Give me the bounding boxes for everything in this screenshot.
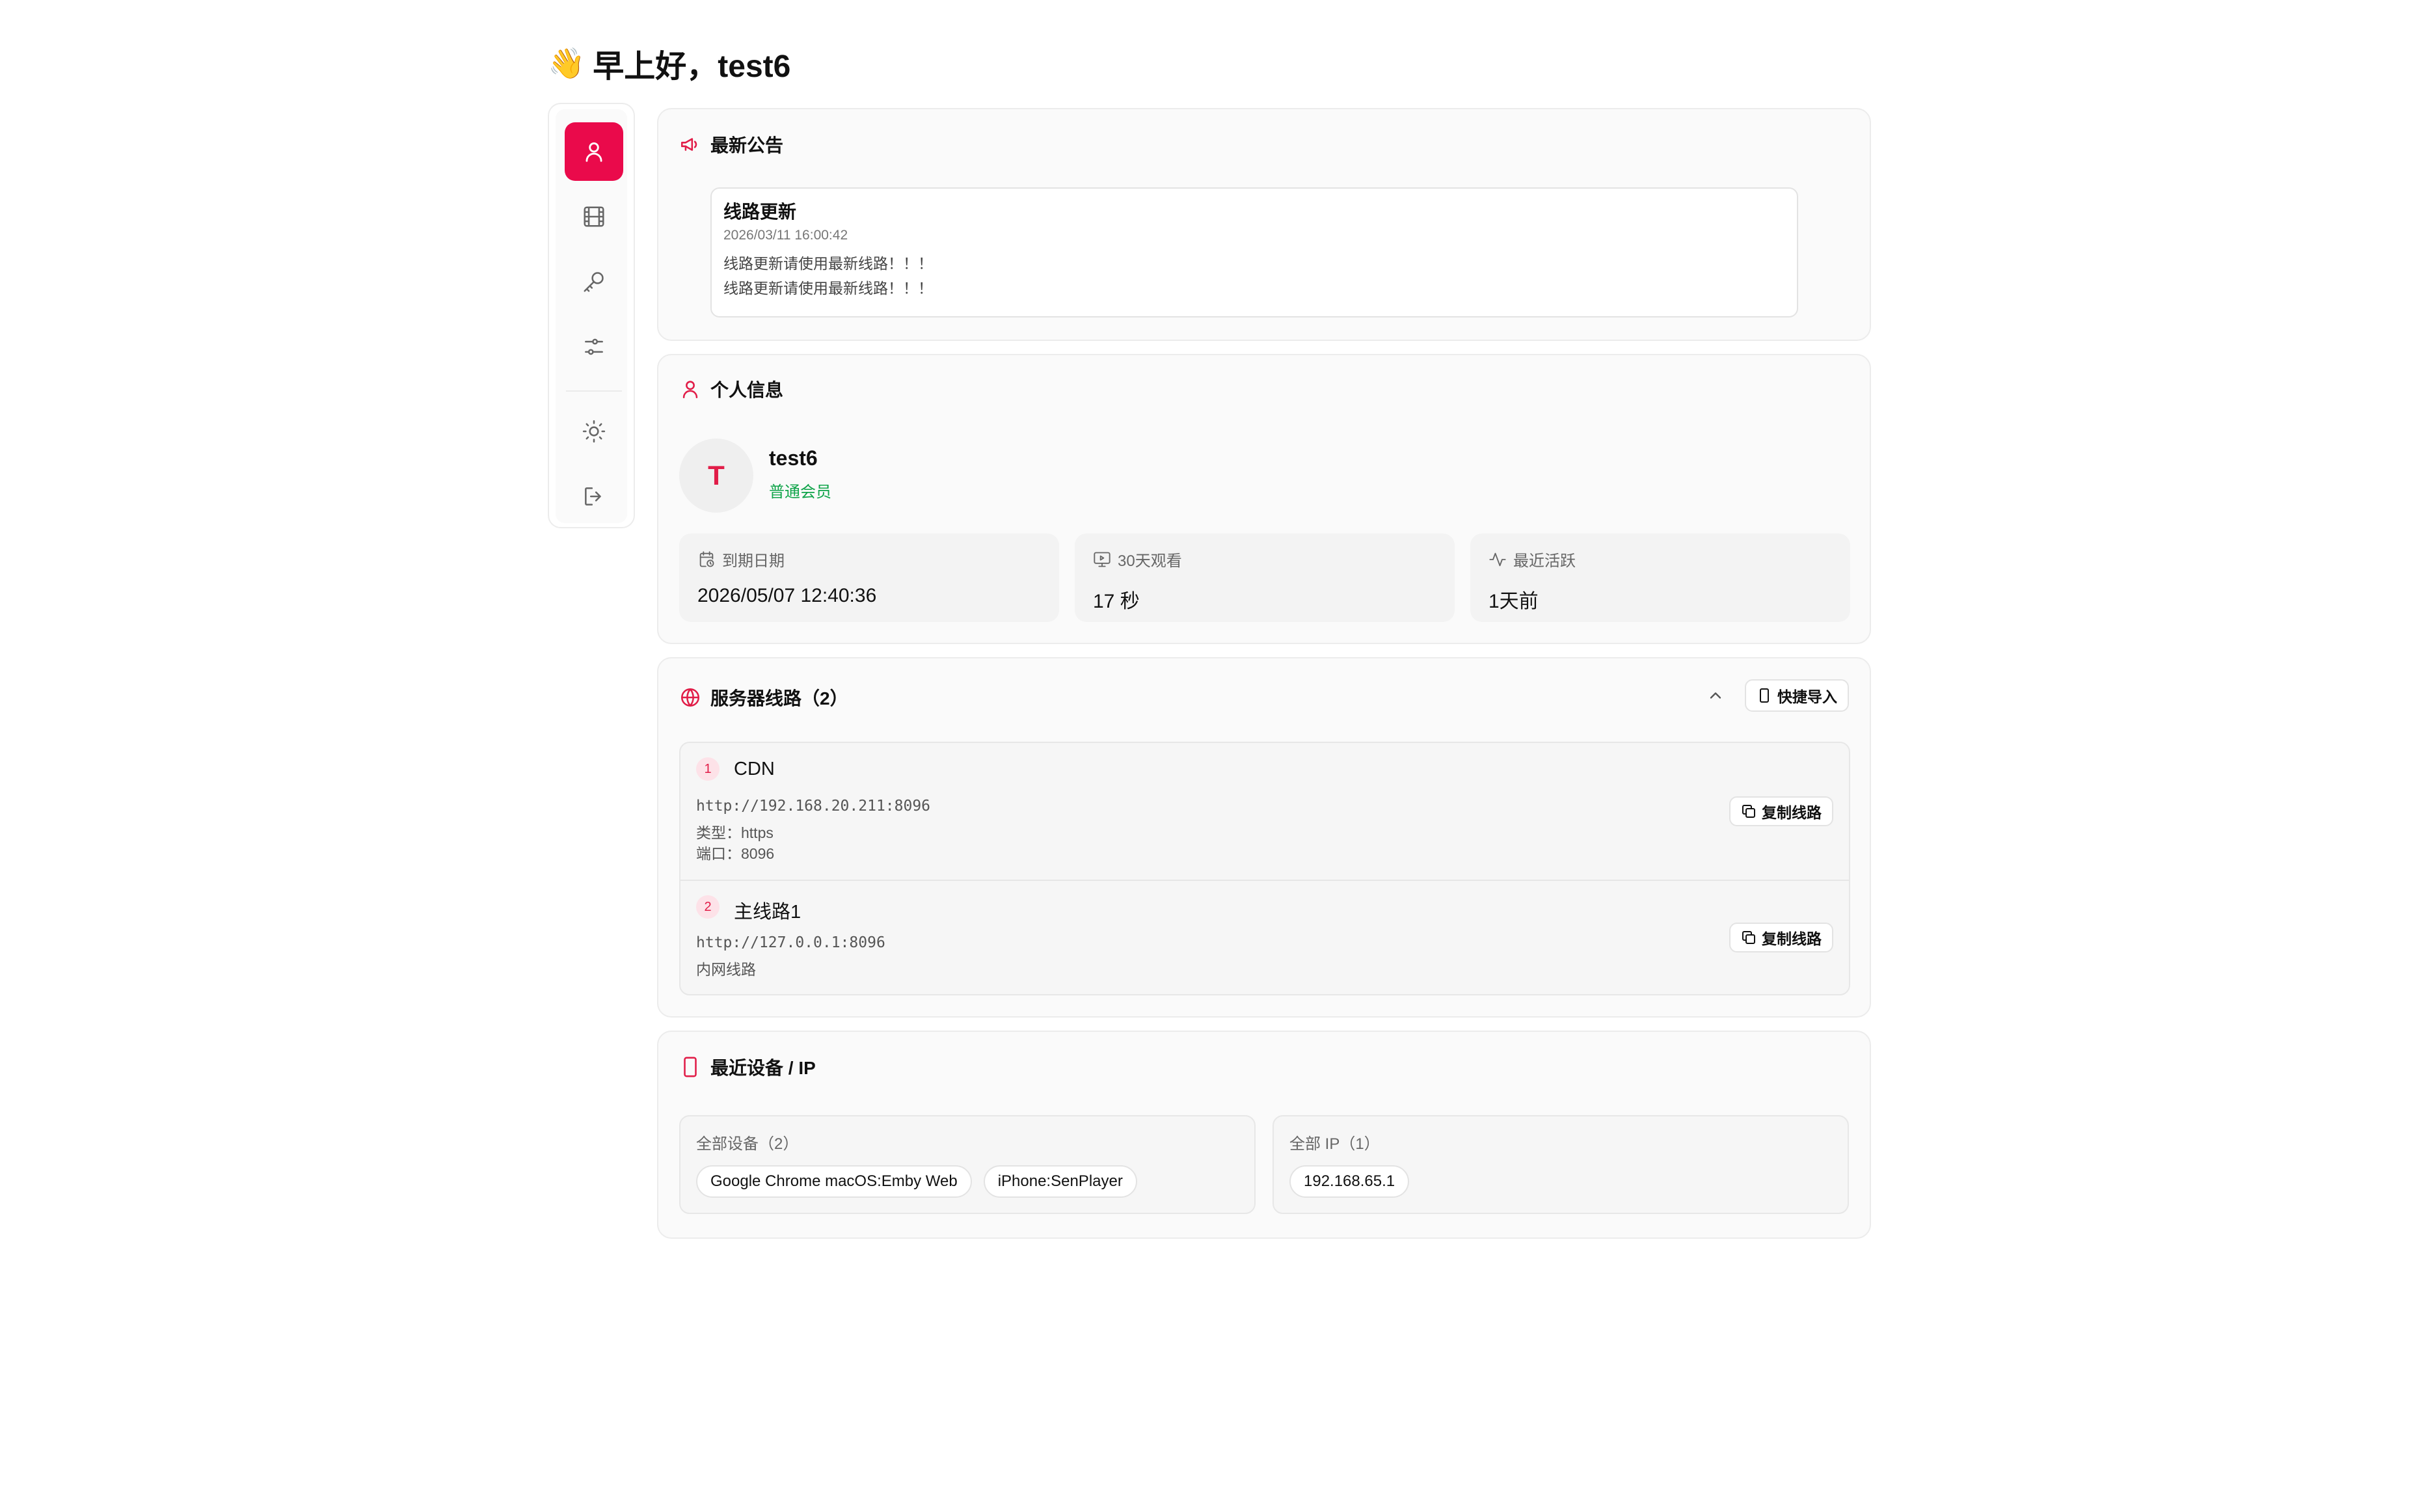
monitor-play-icon	[1094, 552, 1111, 567]
devices-label: 全部设备（2）	[696, 1135, 799, 1153]
smartphone-icon	[1760, 688, 1769, 703]
server-number: 2	[696, 895, 720, 919]
sidebar-nav	[556, 109, 627, 523]
announcements-title: 最新公告	[710, 135, 784, 155]
stat-value: 1天前	[1488, 591, 1539, 612]
copy-server-button[interactable]: 复制线路	[1729, 923, 1833, 952]
announcement-line: 线路更新请使用最新线路！！！	[723, 255, 933, 272]
nav-media-button[interactable]	[565, 187, 623, 246]
server-name: CDN	[734, 759, 775, 779]
ip-label: 全部 IP（1）	[1289, 1135, 1380, 1153]
nav-settings-button[interactable]	[565, 317, 623, 376]
server-url: http://192.168.20.211:8096	[696, 798, 931, 815]
devices-header: 最近设备 / IP	[679, 1054, 816, 1080]
nav-keys-button[interactable]	[565, 252, 623, 311]
megaphone-icon	[680, 138, 697, 151]
stat-label: 到期日期	[697, 548, 1041, 571]
announcements-card: 最新公告 线路更新 2026/03/11 16:00:42 线路更新请使用最新线…	[657, 108, 1871, 341]
page-title: 👋 早上好，test6	[548, 40, 790, 86]
copy-server-button[interactable]: 复制线路	[1729, 796, 1833, 826]
greeting-text: 早上好，test6	[593, 49, 791, 84]
announcement-date: 2026/03/11 16:00:42	[723, 228, 848, 243]
nav-theme-button[interactable]	[565, 402, 623, 461]
user-icon	[586, 142, 602, 162]
avatar: T	[679, 439, 753, 513]
ip-chips: 192.168.65.1	[1289, 1165, 1832, 1198]
servers-header: 服务器线路（2）	[679, 684, 848, 710]
server-url: http://127.0.0.1:8096	[696, 934, 885, 951]
server-name: 主线路1	[734, 902, 801, 923]
stat-label: 30天观看	[1093, 548, 1436, 571]
key-icon	[584, 272, 604, 292]
wave-emoji: 👋	[548, 45, 586, 81]
copy-icon	[1742, 931, 1755, 944]
copy-icon	[1742, 805, 1755, 818]
stat-last-active: 最近活跃 1天前	[1470, 533, 1850, 622]
server-meta: 内网线路	[696, 961, 756, 978]
collapse-button[interactable]	[1706, 686, 1725, 705]
film-icon	[584, 206, 604, 227]
globe-icon	[680, 688, 700, 707]
server-list: 1 CDN http://192.168.20.211:8096 类型：http…	[679, 742, 1850, 995]
device-chip: iPhone:SenPlayer	[983, 1165, 1137, 1198]
devices-card: 最近设备 / IP 全部设备（2） Google Chrome macOS:Em…	[657, 1031, 1871, 1239]
username: test6	[769, 446, 818, 470]
device-chip: Google Chrome macOS:Emby Web	[696, 1165, 972, 1198]
stat-watch-time: 30天观看 17 秒	[1075, 533, 1455, 622]
announcement-body: 线路更新请使用最新线路！！！ 线路更新请使用最新线路！！！	[723, 251, 1785, 301]
servers-title: 服务器线路（2）	[710, 688, 848, 709]
servers-card: 服务器线路（2） 快捷导入 1 CDN http://192.168.20.21…	[657, 657, 1871, 1018]
announcements-header: 最新公告	[679, 131, 783, 157]
devices-title: 最近设备 / IP	[710, 1058, 816, 1078]
stat-value: 2026/05/07 12:40:36	[697, 585, 877, 606]
calendar-clock-icon	[699, 550, 714, 567]
sliders-icon	[585, 338, 603, 355]
activity-icon	[1489, 552, 1506, 566]
server-meta: 类型：https 端口：8096	[696, 824, 775, 862]
all-ips-box: 全部 IP（1） 192.168.65.1	[1273, 1115, 1849, 1214]
logout-icon	[585, 487, 601, 506]
profile-header: 个人信息	[679, 376, 783, 402]
announcement-item: 线路更新 2026/03/11 16:00:42 线路更新请使用最新线路！！！ …	[710, 187, 1798, 317]
announcement-title: 线路更新	[723, 202, 797, 222]
quick-import-button[interactable]: 快捷导入	[1745, 679, 1849, 712]
profile-title: 个人信息	[710, 380, 784, 400]
stat-label: 最近活跃	[1488, 548, 1832, 571]
membership-role: 普通会员	[769, 483, 831, 501]
sidebar	[548, 103, 635, 528]
user-icon	[682, 381, 698, 399]
stat-expiry: 到期日期 2026/05/07 12:40:36	[679, 533, 1059, 622]
ip-chip: 192.168.65.1	[1289, 1165, 1410, 1198]
announcement-line: 线路更新请使用最新线路！！！	[723, 280, 933, 297]
all-devices-box: 全部设备（2） Google Chrome macOS:Emby Web iPh…	[679, 1115, 1256, 1214]
profile-card: 个人信息 T test6 普通会员 到期日期 2026/05/07 12:40:…	[657, 354, 1871, 644]
servers-actions: 快捷导入	[1706, 679, 1849, 712]
nav-divider	[566, 390, 622, 392]
stat-value: 17 秒	[1093, 591, 1140, 612]
smartphone-icon	[684, 1057, 697, 1077]
chevron-up-icon	[1710, 692, 1721, 699]
device-chips: Google Chrome macOS:Emby Web iPhone:SenP…	[696, 1165, 1239, 1198]
sun-icon	[582, 420, 606, 443]
server-number: 1	[696, 757, 720, 781]
nav-logout-button[interactable]	[565, 467, 623, 526]
nav-profile-button[interactable]	[565, 122, 623, 181]
server-item: 1 CDN http://192.168.20.211:8096 类型：http…	[680, 743, 1849, 880]
server-item: 2 主线路1 http://127.0.0.1:8096 内网线路 复制线路	[680, 881, 1849, 994]
